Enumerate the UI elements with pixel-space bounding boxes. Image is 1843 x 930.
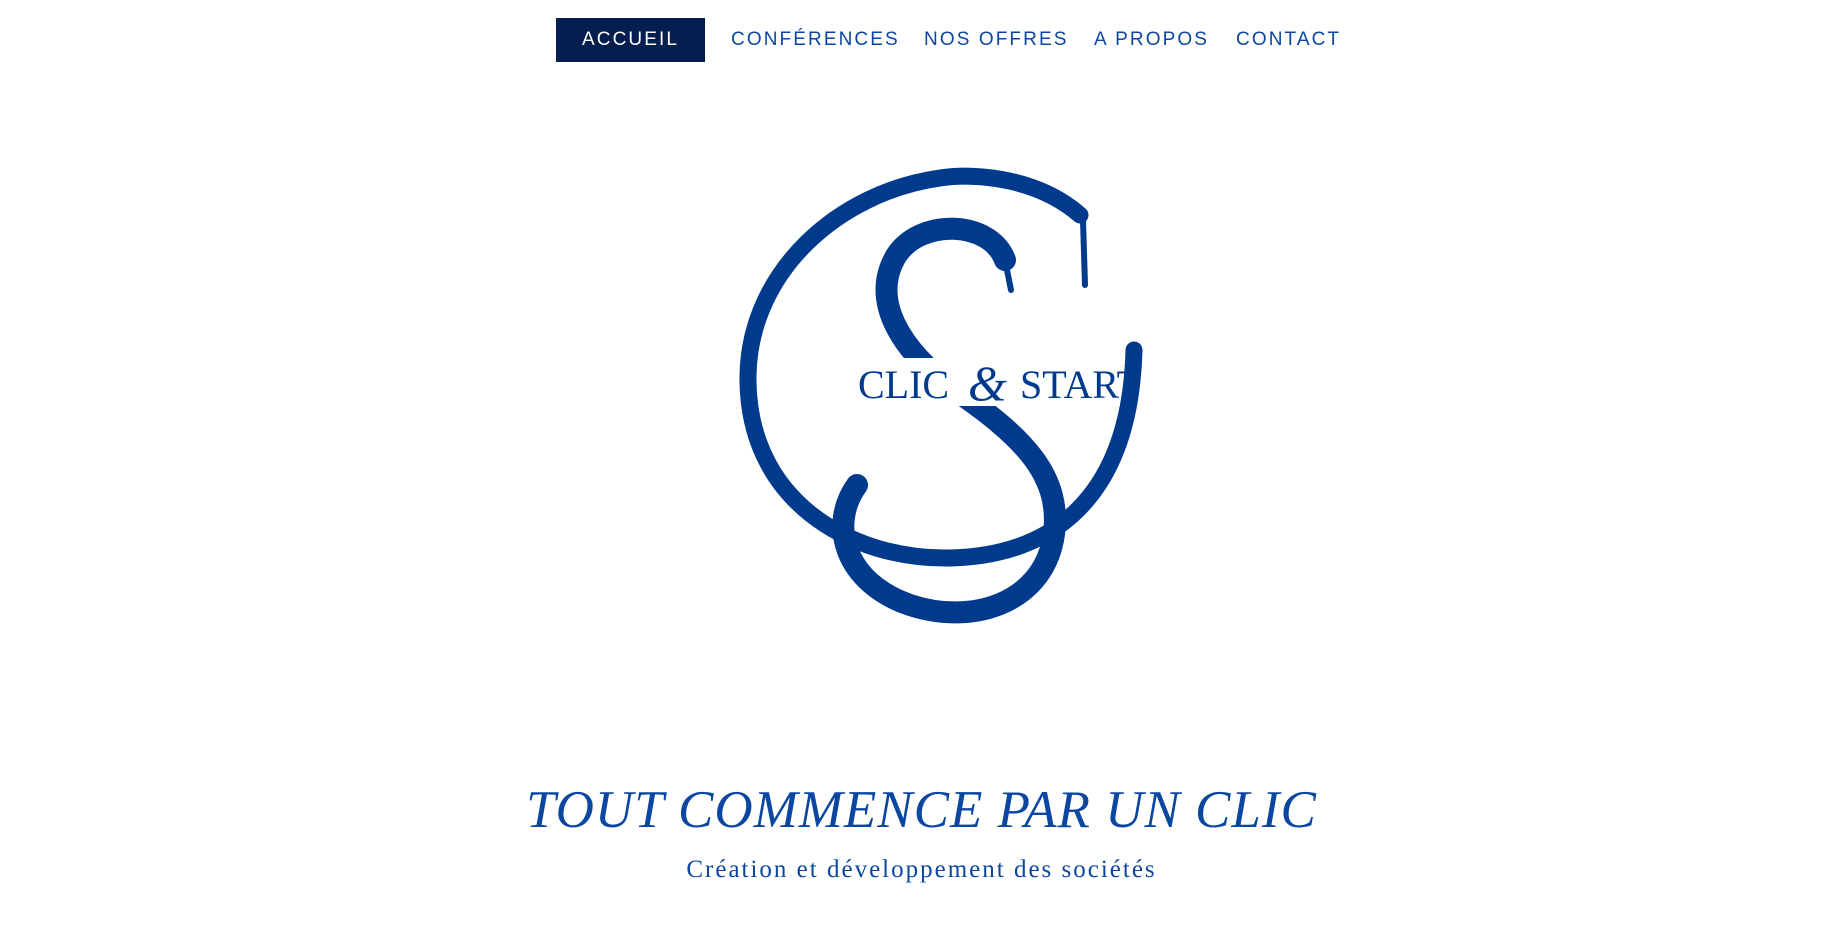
hero-subline: Création et développement des sociétés [686,856,1157,883]
clic-and-start-logo: CLIC & START [739,167,1143,624]
nav-item-conferences[interactable]: CONFÉRENCES [731,18,900,62]
nav-item-a-propos[interactable]: A PROPOS [1094,18,1209,62]
logo-area: CLIC & START [0,160,1843,640]
hero-headline: TOUT COMMENCE PAR UN CLIC [526,781,1317,839]
nav-item-accueil[interactable]: ACCUEIL [556,18,706,62]
logo-text-start: START [1020,362,1141,407]
nav-item-nos-offres[interactable]: NOS OFFRES [924,18,1069,62]
nav-item-contact[interactable]: CONTACT [1236,18,1341,62]
logo-text-clic: CLIC [858,362,949,407]
logo-ampersand: & [968,355,1007,411]
main-nav: ACCUEIL CONFÉRENCES NOS OFFRES A PROPOS … [0,18,1843,62]
